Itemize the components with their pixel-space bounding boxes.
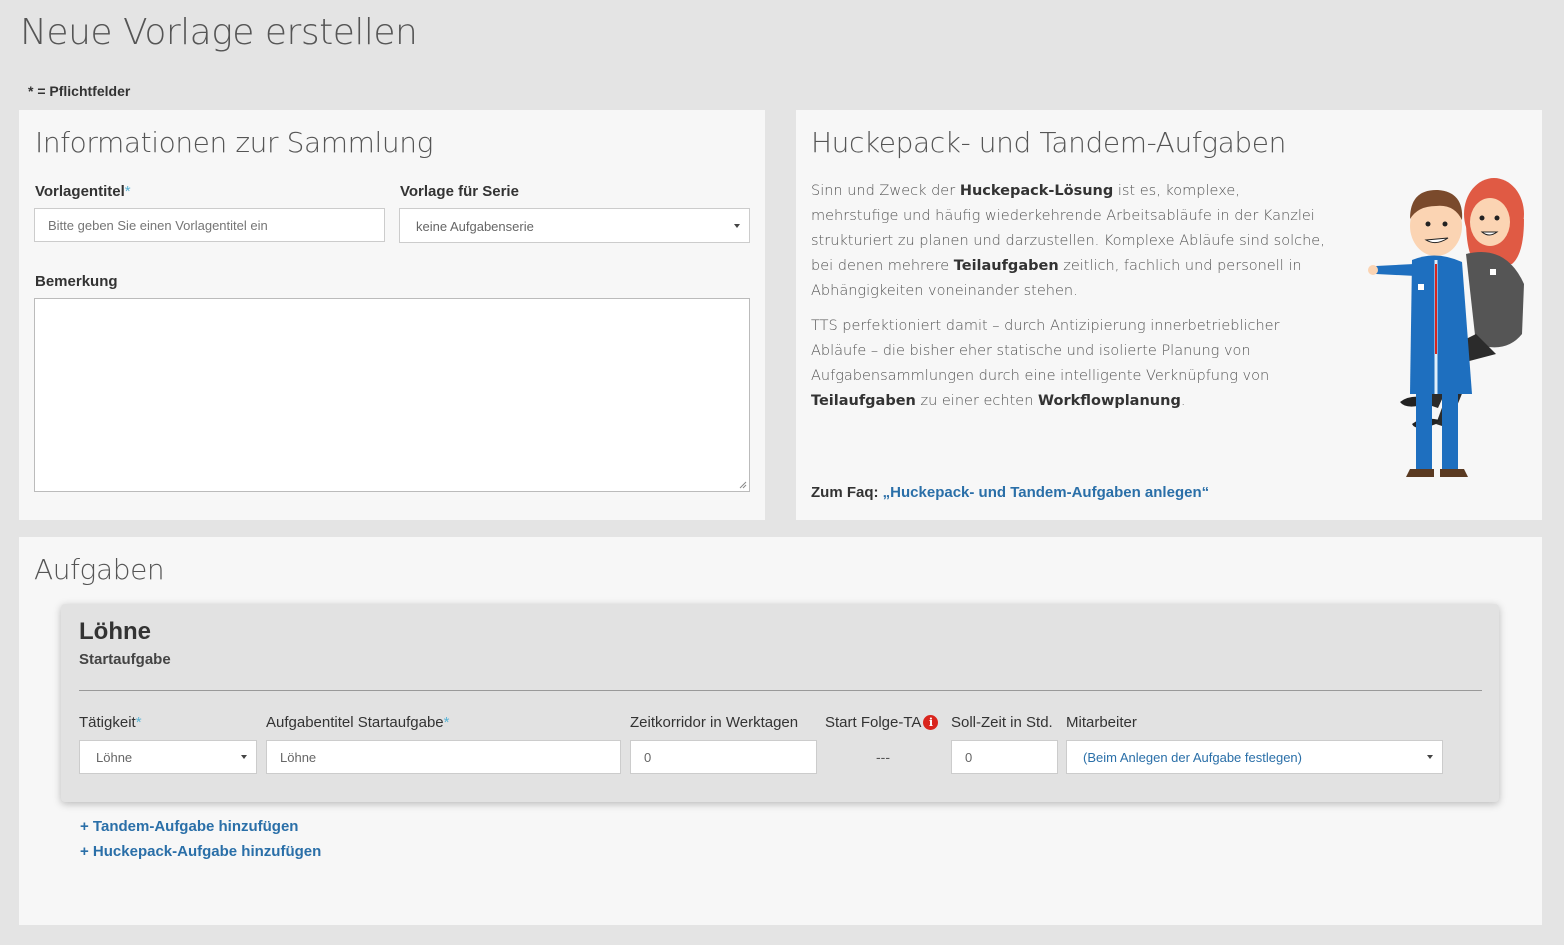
- zeitkorridor-input[interactable]: [630, 740, 817, 774]
- taetigkeit-label: Tätigkeit*: [79, 714, 142, 731]
- collection-info-title: Informationen zur Sammlung: [35, 126, 433, 159]
- piggyback-illustration: [1368, 178, 1524, 477]
- chevron-down-icon: [734, 223, 740, 228]
- huckepack-description-1: Sinn und Zweck der Huckepack-Lösung ist …: [811, 179, 1331, 304]
- task-subtitle: Startaufgabe: [79, 651, 171, 668]
- required-mark: *: [135, 714, 142, 731]
- start-folge-value: ---: [876, 749, 890, 765]
- bemerkung-textarea[interactable]: [34, 298, 750, 492]
- resize-grip-icon[interactable]: [739, 481, 747, 489]
- faq-link[interactable]: „Huckepack- und Tandem-Aufgaben anlegen“: [883, 484, 1209, 501]
- aufgabentitel-label: Aufgabentitel Startaufgabe*: [266, 714, 449, 731]
- desc1-bold-a: Huckepack-Lösung: [959, 183, 1114, 199]
- serie-label: Vorlage für Serie: [400, 183, 519, 200]
- huckepack-description-2: TTS perfektioniert damit – durch Antizip…: [811, 314, 1331, 414]
- vorlagentitel-label-text: Vorlagentitel: [35, 183, 125, 200]
- desc2-text-b: zu einer echten: [915, 393, 1038, 409]
- chevron-down-icon: [241, 755, 247, 759]
- vorlagentitel-label: Vorlagentitel*: [35, 183, 131, 200]
- faq-prefix: Zum Faq:: [811, 484, 883, 501]
- task-divider: [79, 690, 1482, 691]
- start-folge-label: Start Folge-TA i: [825, 714, 939, 731]
- huckepack-info-panel: Huckepack- und Tandem-Aufgaben Sinn und …: [796, 110, 1542, 520]
- tasks-title: Aufgaben: [34, 553, 165, 586]
- tasks-panel: Aufgaben Löhne Startaufgabe Tätigkeit* A…: [19, 537, 1542, 925]
- required-mark: *: [124, 183, 131, 200]
- desc1-bold-b: Teilaufgaben: [953, 258, 1059, 274]
- soll-zeit-input[interactable]: [951, 740, 1058, 774]
- required-mark: *: [443, 714, 450, 731]
- info-icon[interactable]: i: [923, 715, 939, 730]
- taetigkeit-select[interactable]: Löhne: [79, 740, 257, 774]
- task-title: Löhne: [79, 618, 151, 645]
- huckepack-title: Huckepack- und Tandem-Aufgaben: [811, 126, 1286, 159]
- desc2-text-a: TTS perfektioniert damit – durch Antizip…: [811, 318, 1280, 384]
- start-folge-label-text: Start Folge-TA: [825, 714, 922, 731]
- aufgabentitel-input[interactable]: [266, 740, 621, 774]
- required-note: * = Pflichtfelder: [28, 83, 131, 99]
- mitarbeiter-select[interactable]: (Beim Anlegen der Aufgabe festlegen): [1066, 740, 1443, 774]
- soll-zeit-label: Soll-Zeit in Std.: [951, 714, 1053, 731]
- mitarbeiter-selected-value: (Beim Anlegen der Aufgabe festlegen): [1083, 750, 1302, 765]
- mitarbeiter-label: Mitarbeiter: [1066, 714, 1137, 731]
- chevron-down-icon: [1427, 755, 1433, 759]
- taetigkeit-selected-value: Löhne: [96, 750, 133, 765]
- desc2-text-c: .: [1180, 393, 1186, 409]
- add-tandem-link[interactable]: + Tandem-Aufgabe hinzufügen: [80, 818, 298, 835]
- desc1-text-a: Sinn und Zweck der: [811, 183, 960, 199]
- serie-selected-value: keine Aufgabenserie: [416, 219, 534, 234]
- faq-line: Zum Faq: „Huckepack- und Tandem-Aufgaben…: [811, 484, 1209, 501]
- page-title: Neue Vorlage erstellen: [20, 12, 418, 53]
- vorlagentitel-input[interactable]: [34, 208, 385, 242]
- zeitkorridor-label: Zeitkorridor in Werktagen: [630, 714, 799, 731]
- task-card: Löhne Startaufgabe Tätigkeit* Aufgabenti…: [61, 604, 1499, 802]
- bemerkung-label: Bemerkung: [35, 273, 118, 290]
- taetigkeit-label-text: Tätigkeit: [79, 714, 136, 731]
- desc2-bold-a: Teilaufgaben: [811, 393, 916, 409]
- add-huckepack-link[interactable]: + Huckepack-Aufgabe hinzufügen: [80, 843, 321, 860]
- aufgabentitel-label-text: Aufgabentitel Startaufgabe: [266, 714, 444, 731]
- serie-select[interactable]: keine Aufgabenserie: [399, 208, 750, 243]
- collection-info-panel: Informationen zur Sammlung Vorlagentitel…: [19, 110, 765, 520]
- desc2-bold-b: Workflowplanung: [1038, 393, 1181, 409]
